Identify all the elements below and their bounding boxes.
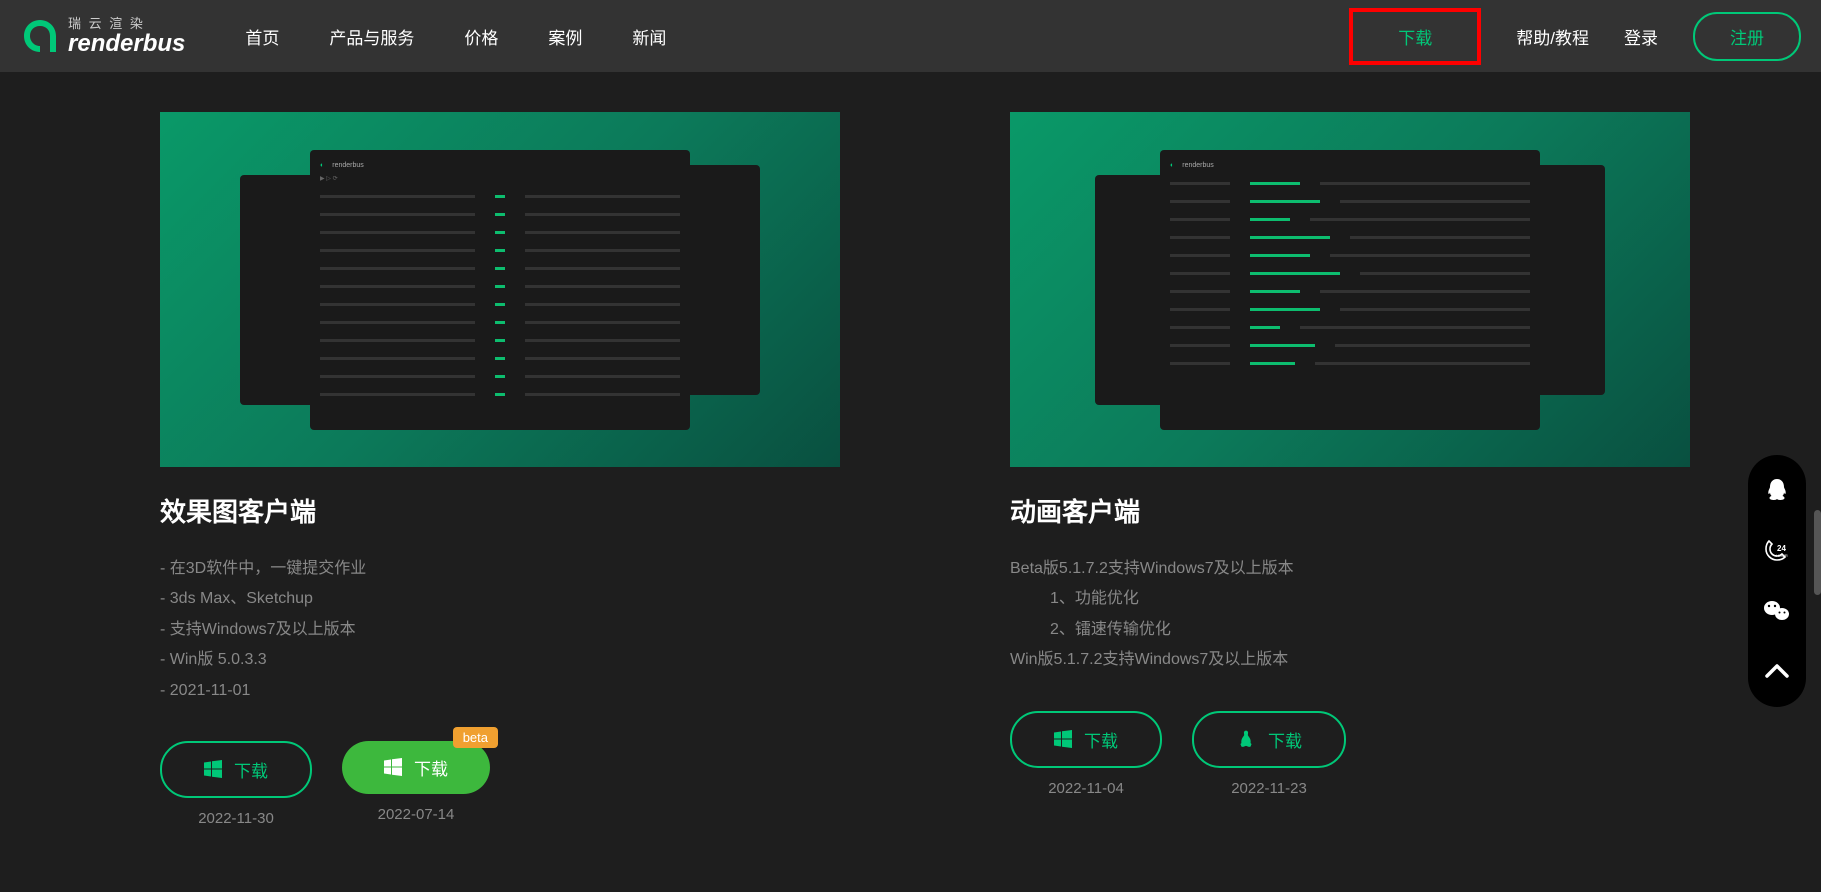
floating-sidebar: 24HOUR xyxy=(1748,455,1806,707)
download-group: 下载 2022-11-23 xyxy=(1192,711,1346,797)
download-windows-button[interactable]: 下载 xyxy=(1010,711,1162,768)
cards-container: ◐ renderbus ▶ ▷ ⟳ 效果图客户端 xyxy=(0,72,1821,892)
nav-download-highlighted[interactable]: 下载 xyxy=(1349,8,1481,65)
download-linux-button[interactable]: 下载 xyxy=(1192,711,1346,768)
nav-cases[interactable]: 案例 xyxy=(548,24,582,49)
card-rendering-client: ◐ renderbus ▶ ▷ ⟳ 效果图客户端 xyxy=(160,112,840,852)
card-title-animation: 动画客户端 xyxy=(1010,492,1690,529)
wechat-icon[interactable] xyxy=(1763,597,1791,625)
download-label: 下载 xyxy=(414,755,448,780)
beta-badge: beta xyxy=(453,727,498,748)
download-label: 下载 xyxy=(234,757,268,782)
svg-text:HOUR: HOUR xyxy=(1776,553,1788,558)
nav-price[interactable]: 价格 xyxy=(464,24,498,49)
svg-text:24: 24 xyxy=(1777,544,1786,553)
windows-icon xyxy=(1054,730,1072,748)
preview-rendering: ◐ renderbus ▶ ▷ ⟳ xyxy=(160,112,840,467)
feature-line: - 支持Windows7及以上版本 xyxy=(160,615,840,645)
nav-login[interactable]: 登录 xyxy=(1624,24,1658,49)
main-nav: 首页 产品与服务 价格 案例 新闻 xyxy=(245,24,666,49)
card-title-rendering: 效果图客户端 xyxy=(160,492,840,529)
feature-line: - 在3D软件中，一键提交作业 xyxy=(160,554,840,584)
feature-line: - 2021-11-01 xyxy=(160,676,840,706)
header-right: 下载 帮助/教程 登录 注册 xyxy=(1349,8,1801,65)
logo[interactable]: 瑞 云 渲 染 renderbus xyxy=(20,16,185,56)
logo-cn: 瑞 云 渲 染 xyxy=(68,17,185,30)
nav-products[interactable]: 产品与服务 xyxy=(329,24,414,49)
feature-line: Beta版5.1.7.2支持Windows7及以上版本 xyxy=(1010,554,1690,584)
windows-icon xyxy=(384,758,402,776)
nav-news[interactable]: 新闻 xyxy=(632,24,666,49)
scroll-top-icon[interactable] xyxy=(1763,657,1791,685)
windows-icon xyxy=(204,760,222,778)
logo-en: renderbus xyxy=(68,32,185,56)
download-group: 下载 2022-11-30 xyxy=(160,741,312,827)
download-label: 下载 xyxy=(1268,727,1302,752)
linux-icon xyxy=(1236,729,1256,749)
feature-line: Win版5.1.7.2支持Windows7及以上版本 xyxy=(1010,645,1690,675)
download-group: beta 下载 2022-07-14 xyxy=(342,741,490,827)
release-date: 2022-11-23 xyxy=(1231,780,1307,797)
release-date: 2022-11-04 xyxy=(1048,780,1124,797)
signup-button[interactable]: 注册 xyxy=(1693,12,1801,61)
scrollbar-thumb[interactable] xyxy=(1814,510,1821,595)
nav-home[interactable]: 首页 xyxy=(245,24,279,49)
qq-icon[interactable] xyxy=(1763,477,1791,505)
release-date: 2022-07-14 xyxy=(378,806,455,823)
download-label: 下载 xyxy=(1084,727,1118,752)
feature-line: - Win版 5.0.3.3 xyxy=(160,645,840,675)
download-group: 下载 2022-11-04 xyxy=(1010,711,1162,797)
preview-animation: ◐ renderbus xyxy=(1010,112,1690,467)
phone-24h-icon[interactable]: 24HOUR xyxy=(1763,537,1791,565)
header: 瑞 云 渲 染 renderbus 首页 产品与服务 价格 案例 新闻 下载 帮… xyxy=(0,0,1821,72)
download-windows-beta-button[interactable]: 下载 xyxy=(342,741,490,794)
nav-help[interactable]: 帮助/教程 xyxy=(1516,24,1589,49)
feature-line: 1、功能优化 xyxy=(1010,584,1690,614)
feature-line: - 3ds Max、Sketchup xyxy=(160,584,840,614)
feature-line: 2、镭速传输优化 xyxy=(1010,615,1690,645)
release-date: 2022-11-30 xyxy=(198,810,274,827)
card-animation-client: ◐ renderbus 动画客户端 Beta版5.1.7.2支持Windows7… xyxy=(1010,112,1690,852)
logo-icon xyxy=(20,16,60,56)
download-windows-button[interactable]: 下载 xyxy=(160,741,312,798)
